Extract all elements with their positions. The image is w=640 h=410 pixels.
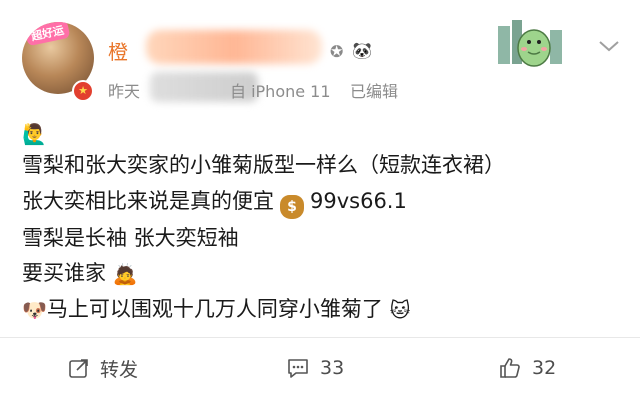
content-text: 要买谁家 <box>22 261 106 285</box>
thinking-emoji-icon: 🙇 <box>112 262 138 286</box>
content-text: 马上可以围观十几万人同穿小雏菊了 <box>46 297 383 321</box>
star-badge-icon: ★ <box>72 80 94 102</box>
content-line-1: 雪梨和张大奕家的小雏菊版型一样么（短款连衣裙） <box>22 153 505 177</box>
comment-button[interactable]: 33 <box>286 352 344 384</box>
raising-hand-emoji-icon: 🙋‍♂️ <box>22 122 47 146</box>
weibo-post-card: 超好运 ★ 橙 ✪ 🐼 昨天 自 iPhone 11 已编辑 🙋‍♂️ 雪梨和张… <box>0 0 640 410</box>
content-line-4: 要买谁家 🙇 <box>22 258 138 289</box>
post-source: 自 iPhone 11 <box>230 82 331 101</box>
money-bag-icon: $ <box>280 195 304 219</box>
chevron-down-icon[interactable] <box>598 38 620 57</box>
dinosaur-sticker-icon <box>498 20 562 67</box>
content-text: 张大奕相比来说是真的便宜 <box>22 189 274 213</box>
like-count: 32 <box>532 357 557 379</box>
forward-label: 转发 <box>100 358 139 381</box>
user-name[interactable]: 橙 <box>108 36 128 65</box>
doge-emoji-icon: 🐶 <box>22 298 47 322</box>
comment-count: 33 <box>320 357 345 379</box>
like-button[interactable]: 32 <box>498 352 556 384</box>
forward-button[interactable]: 转发 <box>68 352 138 384</box>
content-line-5: 🐶马上可以围观十几万人同穿小雏菊了 🐱 <box>22 294 410 325</box>
cat-emoji-icon: 🐱 <box>389 298 411 322</box>
share-icon <box>69 359 88 378</box>
medal-icon: ✪ <box>330 42 344 61</box>
blurred-username <box>146 30 322 64</box>
content-line-3: 雪梨是长袖 张大奕短袖 <box>22 226 239 250</box>
comment-icon <box>288 359 308 378</box>
content-line-0: 🙋‍♂️ <box>22 118 47 149</box>
avatar-tag: 超好运 <box>24 22 71 47</box>
content-line-2: 张大奕相比来说是真的便宜 $99vs66.1 <box>22 186 407 219</box>
post-time: 昨天 <box>108 82 141 101</box>
thumbs-up-icon <box>500 358 520 378</box>
panda-icon: 🐼 <box>352 41 372 60</box>
edited-label[interactable]: 已编辑 <box>350 78 398 102</box>
price-compare: 99vs66.1 <box>310 189 407 213</box>
divider <box>0 337 640 338</box>
